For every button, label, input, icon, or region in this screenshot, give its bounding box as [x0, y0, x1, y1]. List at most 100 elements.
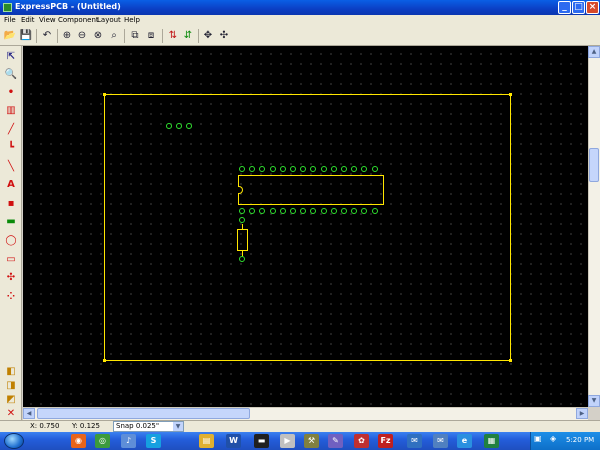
- filezilla-icon[interactable]: Fz: [378, 434, 393, 448]
- pad[interactable]: [239, 208, 245, 214]
- plane-icon[interactable]: ▬: [3, 214, 19, 230]
- explorer-icon[interactable]: e: [457, 434, 472, 448]
- board-outline[interactable]: [104, 94, 511, 361]
- multi-pad-icon[interactable]: ⁘: [3, 289, 19, 305]
- pad[interactable]: [269, 208, 276, 214]
- itunes-icon[interactable]: ♪: [121, 434, 136, 448]
- chat-icon[interactable]: ✎: [328, 434, 343, 448]
- horizontal-scroll-thumb[interactable]: [37, 408, 250, 419]
- resistor-outline[interactable]: [237, 229, 248, 251]
- text-icon[interactable]: A: [3, 177, 19, 193]
- pad-icon[interactable]: •: [3, 85, 19, 101]
- scroll-down-icon[interactable]: ▼: [588, 395, 600, 407]
- zoom-all-icon[interactable]: ⌕: [107, 29, 121, 43]
- menu-view[interactable]: View: [39, 16, 56, 24]
- menu-component[interactable]: Component: [58, 16, 99, 24]
- place-component-icon[interactable]: ⧉: [128, 29, 142, 43]
- select-icon[interactable]: ⇱: [3, 49, 19, 65]
- scroll-up-icon[interactable]: ▲: [588, 46, 600, 58]
- trace-icon[interactable]: ╱: [3, 122, 19, 138]
- maximize-button[interactable]: □: [572, 1, 585, 14]
- volume-icon[interactable]: ◈: [550, 434, 556, 443]
- skype-icon[interactable]: S: [146, 434, 161, 448]
- pad[interactable]: [290, 166, 296, 172]
- board-corner[interactable]: [509, 359, 512, 362]
- toolbar-separator: [57, 29, 58, 43]
- netlist-next-icon[interactable]: ⇵: [181, 29, 195, 43]
- pad[interactable]: [330, 166, 337, 172]
- network-icon[interactable]: ▣: [534, 434, 542, 443]
- netlist-prev-icon[interactable]: ⇅: [166, 29, 180, 43]
- vertical-scrollbar[interactable]: [588, 46, 600, 407]
- chrome-icon[interactable]: ◎: [95, 434, 110, 448]
- scroll-left-icon[interactable]: ◀: [23, 408, 35, 419]
- zoom-out-icon[interactable]: ⊖: [75, 29, 89, 43]
- pad[interactable]: [279, 166, 286, 172]
- pad[interactable]: [239, 166, 245, 172]
- circle-icon[interactable]: ◯: [3, 233, 19, 249]
- pan-icon[interactable]: ✣: [217, 29, 231, 43]
- pad[interactable]: [320, 166, 327, 172]
- vertical-scroll-thumb[interactable]: [589, 148, 599, 182]
- expresspcb-icon[interactable]: ▦: [484, 434, 499, 448]
- line-icon[interactable]: ╲: [3, 159, 19, 175]
- media-icon[interactable]: ▶: [280, 434, 295, 448]
- menu-bar: File Edit View Component Layout Help: [0, 15, 600, 26]
- pad[interactable]: [290, 208, 296, 214]
- cmd-icon[interactable]: ▬: [254, 434, 269, 448]
- zoom-icon[interactable]: 🔍: [3, 67, 19, 83]
- board-corner[interactable]: [509, 93, 512, 96]
- fill-icon[interactable]: ▪: [3, 196, 19, 212]
- toolbar-separator: [162, 29, 163, 43]
- pad[interactable]: [371, 208, 378, 214]
- open-icon[interactable]: 📂: [3, 29, 17, 43]
- chevron-down-icon[interactable]: ▼: [173, 422, 183, 431]
- firefox-icon[interactable]: ◉: [71, 434, 86, 448]
- component-icon[interactable]: ▥: [3, 103, 19, 119]
- rectangle-icon[interactable]: ▭: [3, 252, 19, 268]
- mail-icon[interactable]: ✉: [433, 434, 448, 448]
- toolbar-separator: [36, 29, 37, 43]
- clock[interactable]: 5:20 PM: [566, 436, 594, 444]
- folder-icon[interactable]: ▤: [199, 434, 214, 448]
- pad[interactable]: [371, 166, 378, 172]
- pad[interactable]: [239, 217, 245, 223]
- messenger-icon[interactable]: ✉: [407, 434, 422, 448]
- board-corner[interactable]: [103, 359, 106, 362]
- pad[interactable]: [269, 166, 276, 172]
- pad[interactable]: [239, 256, 245, 262]
- board-corner[interactable]: [103, 93, 106, 96]
- save-icon[interactable]: 💾: [19, 29, 33, 43]
- menu-file[interactable]: File: [4, 16, 16, 24]
- undo-icon[interactable]: ↶: [40, 29, 54, 43]
- pad[interactable]: [186, 123, 192, 129]
- close-button[interactable]: ×: [586, 1, 599, 14]
- menu-help[interactable]: Help: [124, 16, 140, 24]
- pad[interactable]: [330, 208, 337, 214]
- menu-layout[interactable]: Layout: [97, 16, 121, 24]
- corner-icon[interactable]: ┗: [3, 140, 19, 156]
- ratsnest-icon[interactable]: ✣: [3, 270, 19, 286]
- start-button[interactable]: [4, 433, 24, 449]
- resistor-lead: [242, 224, 243, 229]
- pad[interactable]: [320, 208, 327, 214]
- window-title: ExpressPCB - (Untitled): [15, 2, 121, 11]
- scroll-right-icon[interactable]: ▶: [576, 408, 588, 419]
- pad[interactable]: [341, 208, 347, 214]
- minimize-button[interactable]: _: [558, 1, 571, 14]
- title-bar[interactable]: ExpressPCB - (Untitled) _ □ ×: [0, 0, 600, 15]
- menu-edit[interactable]: Edit: [21, 16, 35, 24]
- zoom-fit-icon[interactable]: ⊗: [91, 29, 105, 43]
- pad[interactable]: [341, 166, 347, 172]
- zoom-in-icon[interactable]: ⊕: [60, 29, 74, 43]
- component-library-icon[interactable]: ⧈: [144, 29, 158, 43]
- dip-chip-outline[interactable]: [238, 175, 384, 205]
- pad[interactable]: [176, 123, 182, 129]
- pad[interactable]: [166, 123, 172, 129]
- paint-icon[interactable]: ✿: [354, 434, 369, 448]
- word-icon[interactable]: W: [226, 434, 241, 448]
- tools-icon[interactable]: ⚒: [304, 434, 319, 448]
- pad[interactable]: [279, 208, 286, 214]
- expresspcb-app-icon: [3, 3, 12, 12]
- move-icon[interactable]: ✥: [201, 29, 215, 43]
